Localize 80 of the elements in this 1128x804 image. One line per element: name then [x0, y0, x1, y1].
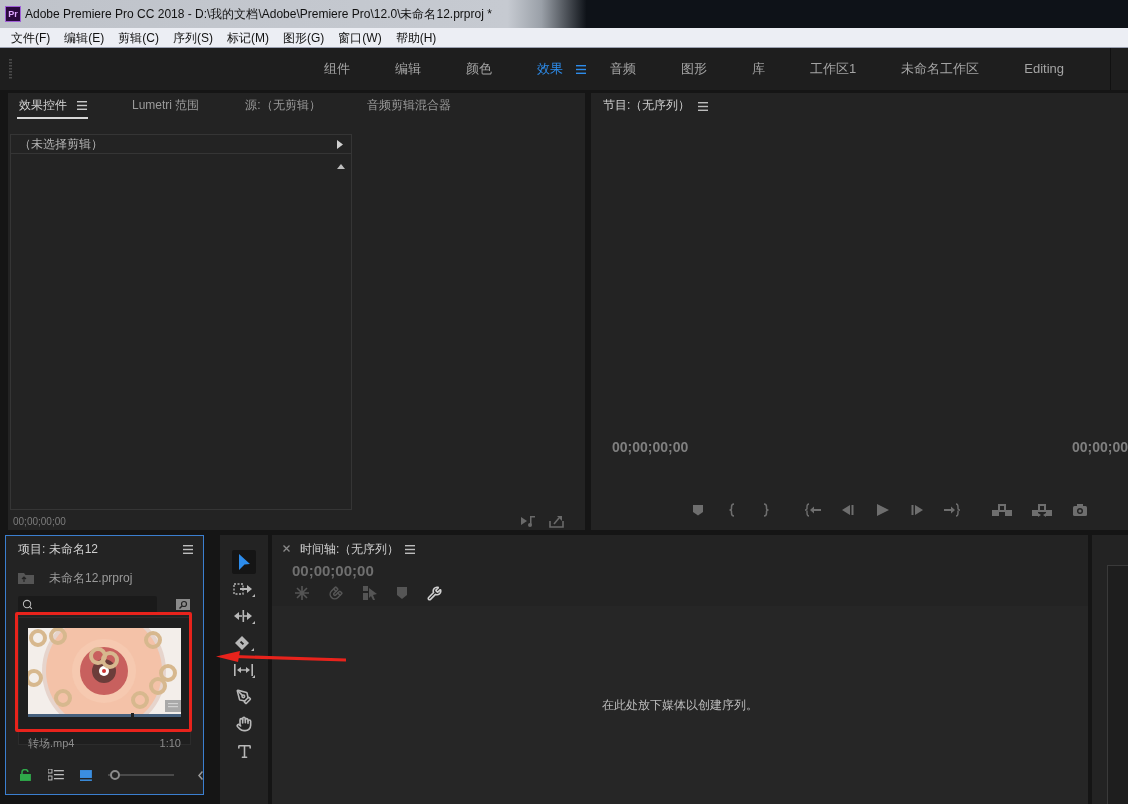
- project-file-name: 未命名12.prproj: [49, 570, 133, 587]
- menu-item[interactable]: 帮助(H): [395, 28, 437, 47]
- clip-type-icon: [165, 700, 181, 712]
- insert-icon[interactable]: [992, 503, 1012, 517]
- menu-icon[interactable]: [183, 544, 193, 554]
- clip-header-label: （未选择剪辑）: [19, 136, 103, 153]
- icon-view-icon[interactable]: [79, 769, 92, 781]
- timecode: 00;00;00;00: [292, 560, 374, 581]
- close-icon[interactable]: [283, 545, 290, 552]
- marker-icon[interactable]: [691, 503, 705, 517]
- go-to-in-icon[interactable]: [805, 503, 821, 517]
- workspace-tab[interactable]: 组件: [324, 60, 350, 78]
- menu-icon[interactable]: [698, 101, 709, 111]
- zoom-slider-thumb[interactable]: [109, 770, 120, 780]
- tool-button[interactable]: [232, 550, 256, 574]
- bin-search-icon[interactable]: [176, 598, 190, 610]
- play-icon[interactable]: [875, 503, 890, 517]
- search-icon: [22, 598, 33, 610]
- panel-title[interactable]: 项目: 未命名12: [18, 540, 98, 558]
- wrench-icon[interactable]: [427, 585, 442, 601]
- tool-button[interactable]: [232, 662, 256, 678]
- video-thumbnail[interactable]: [28, 628, 181, 714]
- panel-tab[interactable]: Lumetri 范围: [130, 93, 202, 119]
- folder-icon: [18, 572, 34, 584]
- panel-tab[interactable]: 效果控件: [17, 93, 88, 119]
- panel-title[interactable]: 时间轴:（无序列）: [300, 539, 400, 558]
- menu-item[interactable]: 序列(S): [173, 28, 213, 47]
- workspace-tab[interactable]: 颜色: [466, 60, 492, 78]
- menu-icon[interactable]: [405, 545, 416, 554]
- overwrite-icon[interactable]: [1032, 503, 1052, 517]
- panel-tab[interactable]: 源:（无剪辑）: [243, 93, 323, 119]
- workspace-tab[interactable]: 图形: [681, 60, 707, 78]
- menu-item[interactable]: 编辑(E): [64, 28, 105, 47]
- unlocked-padlock-icon[interactable]: [20, 769, 31, 781]
- tool-button[interactable]: [232, 581, 256, 597]
- workspace-tab[interactable]: 效果: [537, 60, 565, 78]
- menu-icon[interactable]: [576, 64, 586, 74]
- menu-item[interactable]: 图形(G): [283, 28, 325, 47]
- drop-hint: 在此处放下媒体以创建序列。: [602, 697, 758, 714]
- app-icon: Pr: [5, 6, 21, 22]
- workspace-tab[interactable]: 库: [752, 60, 765, 78]
- hand-icon: [236, 716, 252, 732]
- playhead-marker[interactable]: [130, 713, 134, 718]
- export-icon[interactable]: [549, 514, 564, 528]
- chevron-left-icon[interactable]: [198, 770, 203, 780]
- ripple-edit-icon: [233, 608, 255, 624]
- workspace-tab[interactable]: 编辑: [395, 60, 421, 78]
- expand-triangle-icon[interactable]: [337, 139, 343, 149]
- search-field[interactable]: [18, 595, 157, 613]
- scroll-up-triangle-icon[interactable]: [337, 164, 345, 169]
- grip-icon[interactable]: [9, 59, 12, 79]
- timecode: 00;00;00: [1071, 437, 1128, 457]
- marker-icon[interactable]: [397, 587, 407, 599]
- window-title: Adobe Premiere Pro CC 2018 - D:\我的文档\Adobe\Premiere Pro\12.0\未命名12.prproj *: [25, 6, 492, 23]
- step-back-icon[interactable]: [841, 503, 855, 517]
- text-tool-icon: [235, 742, 253, 760]
- menu-icon[interactable]: [77, 101, 87, 110]
- go-to-out-icon[interactable]: [944, 503, 960, 517]
- menu-item[interactable]: 标记(M): [227, 28, 269, 47]
- workspace-tab[interactable]: 工作区1: [810, 60, 857, 78]
- timecode: 00;00;00;00: [13, 514, 66, 529]
- track-select-icon: [233, 581, 255, 597]
- panel-title[interactable]: 节目:（无序列）: [603, 96, 691, 114]
- menu-item[interactable]: 文件(F): [11, 28, 51, 47]
- timecode: 00;00;00;00: [612, 437, 689, 457]
- workspace-tab[interactable]: Editing: [1024, 60, 1064, 78]
- arrow-pointer-icon: [238, 554, 250, 570]
- razor-blade-icon: [234, 635, 254, 651]
- workspace-tab[interactable]: 未命名工作区: [901, 60, 980, 78]
- camera-icon[interactable]: [1072, 503, 1088, 517]
- play-audio-icon[interactable]: [521, 515, 536, 527]
- pen-icon: [236, 689, 252, 705]
- workspace-tab[interactable]: 音频: [610, 60, 636, 78]
- tool-button[interactable]: [232, 608, 256, 624]
- menu-item[interactable]: 窗口(W): [338, 28, 382, 47]
- list-view-icon[interactable]: [47, 769, 64, 781]
- step-forward-icon[interactable]: [910, 503, 924, 517]
- slip-icon: [233, 662, 255, 678]
- menu-item[interactable]: 剪辑(C): [118, 28, 159, 47]
- panel-tab[interactable]: 音频剪辑混合器: [364, 93, 453, 119]
